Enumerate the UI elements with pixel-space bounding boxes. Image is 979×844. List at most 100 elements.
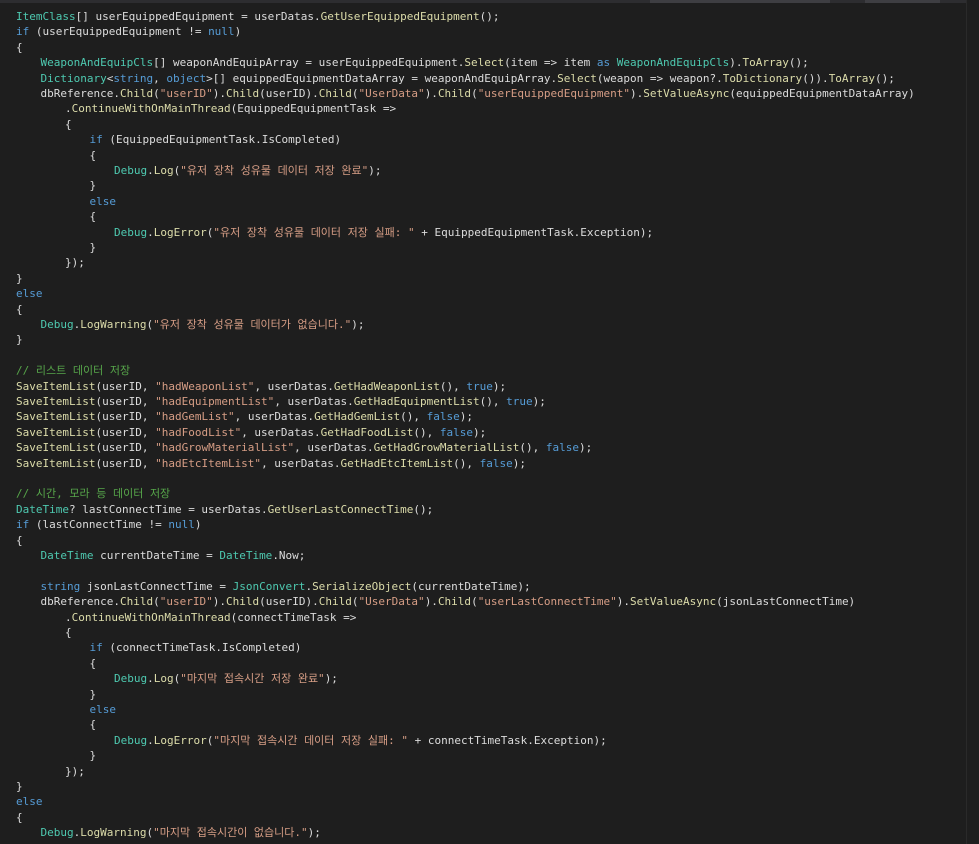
code-line[interactable]: dbReference.Child("userID").Child(userID… bbox=[41, 86, 915, 101]
code-token: string bbox=[40, 579, 81, 593]
code-token: LogError bbox=[153, 733, 207, 747]
code-token: (), bbox=[519, 441, 546, 455]
code-line[interactable]: { bbox=[16, 302, 23, 317]
code-line[interactable]: else bbox=[16, 286, 43, 301]
code-line[interactable]: } bbox=[90, 687, 97, 702]
code-line[interactable]: { bbox=[65, 625, 72, 640]
code-token: ). bbox=[212, 595, 226, 609]
code-token: (connectTimeTask => bbox=[230, 610, 357, 624]
code-line[interactable]: DateTime currentDateTime = DateTime.Now; bbox=[41, 548, 306, 563]
code-line[interactable]: { bbox=[65, 117, 72, 132]
code-token: GetHadWeaponList bbox=[333, 379, 440, 393]
code-token: { bbox=[16, 40, 23, 54]
code-line[interactable]: } bbox=[16, 271, 23, 286]
code-line[interactable]: .ContinueWithOnMainThread(connectTimeTas… bbox=[65, 610, 356, 625]
code-token: ). bbox=[424, 595, 438, 609]
code-line[interactable]: SaveItemList(userID, "hadGemList", userD… bbox=[16, 409, 473, 424]
code-line[interactable]: DateTime? lastConnectTime = userDatas.Ge… bbox=[16, 502, 433, 517]
code-line[interactable]: } bbox=[16, 332, 23, 347]
code-line[interactable]: } bbox=[90, 748, 97, 763]
code-token: Child bbox=[119, 595, 154, 609]
code-line[interactable]: if (lastConnectTime != null) bbox=[16, 517, 201, 532]
code-token: , userDatas. bbox=[274, 395, 354, 408]
code-token: LogWarning bbox=[80, 318, 147, 331]
code-token: (); bbox=[413, 502, 434, 516]
code-token: ToDictionary bbox=[722, 71, 803, 85]
code-line[interactable]: // 시간, 모라 등 데이터 저장 bbox=[16, 486, 170, 501]
code-token: ); bbox=[473, 425, 487, 439]
code-token: as bbox=[596, 56, 611, 70]
code-token: DateTime bbox=[16, 502, 69, 516]
code-line[interactable]: { bbox=[90, 717, 97, 732]
code-line[interactable]: else bbox=[90, 702, 117, 717]
code-token: } bbox=[16, 780, 23, 793]
code-token: false bbox=[426, 410, 460, 424]
code-line[interactable]: SaveItemList(userID, "hadEquipmentList",… bbox=[16, 394, 546, 409]
code-line[interactable]: Debug.LogError("유저 장착 성유물 데이터 저장 실패: " +… bbox=[114, 225, 653, 240]
code-line[interactable]: if (EquippedEquipmentTask.IsCompleted) bbox=[90, 132, 342, 147]
code-line[interactable]: else bbox=[90, 194, 117, 209]
code-token: (userID). bbox=[259, 87, 319, 100]
code-token: (weapon => weapon?. bbox=[596, 71, 723, 85]
code-token: (connectTimeTask.IsCompleted) bbox=[102, 641, 302, 655]
code-token: (); bbox=[875, 71, 895, 85]
code-line[interactable]: ItemClass[] userEquippedEquipment = user… bbox=[16, 9, 499, 24]
code-line[interactable]: if (connectTimeTask.IsCompleted) bbox=[90, 640, 302, 655]
code-line[interactable]: Debug.LogWarning("마지막 접속시간이 없습니다."); bbox=[41, 825, 321, 840]
code-token: LogWarning bbox=[80, 826, 147, 840]
code-line[interactable]: { bbox=[16, 810, 23, 825]
code-line[interactable]: dbReference.Child("userID").Child(userID… bbox=[41, 594, 856, 609]
code-line[interactable]: SaveItemList(userID, "hadWeaponList", us… bbox=[16, 379, 506, 394]
code-token: else bbox=[89, 703, 117, 716]
code-line[interactable]: SaveItemList(userID, "hadGrowMaterialLis… bbox=[16, 440, 592, 455]
code-token: false bbox=[479, 456, 513, 470]
code-editor[interactable]: ItemClass[] userEquippedEquipment = user… bbox=[0, 0, 979, 844]
code-token: ( bbox=[153, 595, 160, 609]
code-token: Debug bbox=[114, 672, 148, 686]
code-token: GetHadEtcItemList bbox=[340, 456, 454, 470]
code-line[interactable]: }); bbox=[65, 255, 85, 270]
code-line[interactable]: .ContinueWithOnMainThread(EquippedEquipm… bbox=[65, 101, 396, 116]
code-line[interactable]: } bbox=[90, 178, 97, 193]
code-line[interactable]: Debug.Log("마지막 접속시간 저장 완료"); bbox=[114, 671, 338, 686]
code-token: true bbox=[466, 379, 493, 393]
code-token: "userID" bbox=[159, 87, 213, 100]
code-line[interactable]: } bbox=[90, 240, 97, 255]
code-line[interactable]: SaveItemList(userID, "hadFoodList", user… bbox=[16, 425, 486, 440]
code-token: { bbox=[16, 302, 23, 316]
code-line[interactable]: { bbox=[16, 40, 23, 55]
code-token: (lastConnectTime != bbox=[29, 518, 169, 532]
code-token: if bbox=[16, 518, 30, 532]
vertical-scrollbar[interactable] bbox=[966, 0, 979, 844]
code-line[interactable]: } bbox=[16, 779, 23, 794]
code-token: JsonConvert bbox=[232, 579, 306, 593]
code-line[interactable]: SaveItemList(userID, "hadEtcItemList", u… bbox=[16, 456, 526, 471]
code-token: ItemClass bbox=[16, 10, 76, 23]
code-line[interactable]: { bbox=[16, 533, 23, 548]
code-token: } bbox=[16, 271, 23, 285]
code-line[interactable]: if (userEquippedEquipment != null) bbox=[16, 24, 241, 39]
code-token: (EquippedEquipmentTask => bbox=[230, 102, 397, 116]
code-token: { bbox=[65, 117, 72, 131]
code-line[interactable]: { bbox=[90, 148, 97, 163]
code-token: ? lastConnectTime = userDatas. bbox=[68, 502, 268, 516]
code-line[interactable]: Debug.Log("유저 장착 성유물 데이터 저장 완료"); bbox=[114, 163, 382, 178]
code-line[interactable]: }); bbox=[65, 764, 85, 779]
code-line[interactable]: WeaponAndEquipCls[] weaponAndEquipArray … bbox=[41, 55, 809, 70]
code-token: (), bbox=[453, 456, 480, 470]
code-line[interactable]: // 리스트 데이터 저장 bbox=[16, 363, 130, 378]
code-line[interactable]: Debug.LogWarning("유저 장착 성유물 데이터가 없습니다.")… bbox=[41, 317, 365, 332]
code-token: ContinueWithOnMainThread bbox=[71, 610, 231, 624]
code-token: ContinueWithOnMainThread bbox=[71, 102, 231, 116]
code-token: ); bbox=[459, 410, 474, 424]
code-token: ( bbox=[471, 87, 478, 100]
code-token: if bbox=[89, 641, 103, 655]
code-line[interactable]: { bbox=[90, 209, 97, 224]
code-token: Debug bbox=[114, 733, 148, 747]
code-line[interactable]: { bbox=[90, 656, 97, 671]
code-line[interactable]: Dictionary<string, object>[] equippedEqu… bbox=[41, 71, 895, 86]
code-line[interactable]: string jsonLastConnectTime = JsonConvert… bbox=[41, 579, 531, 594]
code-line[interactable]: else bbox=[16, 794, 43, 809]
code-line[interactable]: Debug.LogError("마지막 접속시간 데이터 저장 실패: " + … bbox=[114, 733, 607, 748]
code-token: [] weaponAndEquipArray = userEquippedEqu… bbox=[153, 56, 465, 70]
